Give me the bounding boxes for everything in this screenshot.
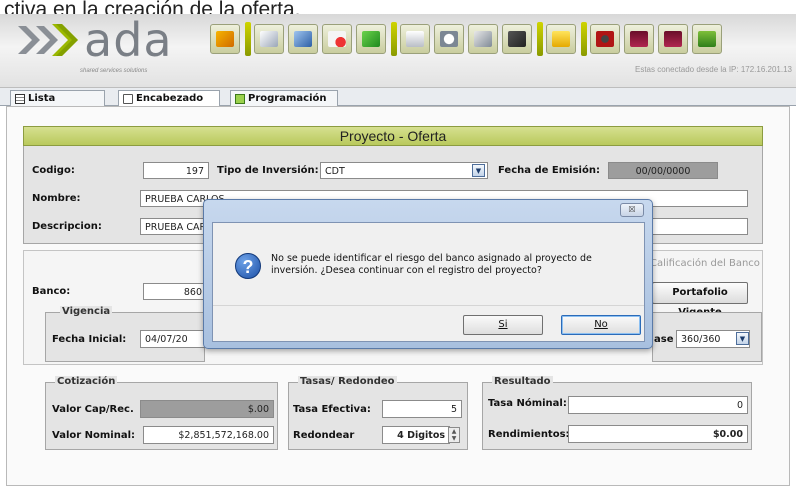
resultado-title: Resultado (492, 376, 553, 387)
document-icon (123, 94, 133, 104)
portafolio-vigente-button[interactable]: Portafolio Vigente (652, 282, 748, 318)
rendimientos-field: $0.00 (568, 425, 748, 443)
new-record-button[interactable] (210, 24, 240, 54)
tipo-inversion-label: Tipo de Inversión: (217, 165, 319, 176)
toolbar-separator (391, 22, 397, 56)
logo-wordmark: ada (84, 13, 173, 67)
list-icon (15, 94, 25, 104)
search-button[interactable] (434, 24, 464, 54)
schedule-icon (235, 94, 245, 104)
codigo-input[interactable]: 197 (143, 162, 209, 179)
question-icon: ? (235, 253, 261, 279)
banco-input[interactable]: 860 (143, 283, 207, 300)
tab-strip: Lista Encabezado Programación (0, 88, 796, 108)
camera-button[interactable] (590, 24, 620, 54)
save-button[interactable] (288, 24, 318, 54)
print-button[interactable] (400, 24, 430, 54)
grid-button[interactable] (658, 24, 688, 54)
section-title: Proyecto - Oferta (23, 126, 763, 146)
tasa-nominal-label: Tasa Nóminal: (488, 398, 567, 409)
fecha-emision-field: 00/00/0000 (608, 162, 718, 179)
tasa-efectiva-label: Tasa Efectiva: (293, 404, 371, 415)
tasas-title: Tasas/ Redondeo (298, 376, 397, 387)
tab-label: Encabezado (136, 93, 204, 104)
refresh-button[interactable] (356, 24, 386, 54)
window-button[interactable] (624, 24, 654, 54)
vigencia-title: Vigencia (60, 306, 113, 317)
fecha-inicial-input[interactable]: 04/07/20 (140, 330, 206, 348)
valor-nominal-label: Valor Nominal: (52, 430, 136, 441)
logo-icon (18, 24, 78, 56)
redondear-input[interactable]: 4 Digitos (382, 426, 450, 444)
no-button[interactable]: No (561, 315, 641, 335)
tab-lista[interactable]: Lista (10, 90, 105, 107)
tab-label: Programación (248, 93, 327, 104)
app-toolbar: ada shared services solutions Estas cone… (0, 13, 796, 88)
delete-button[interactable] (322, 24, 352, 54)
close-icon[interactable]: ☒ (620, 203, 644, 217)
tipo-inversion-select[interactable]: CDT (320, 162, 488, 179)
chevron-down-icon[interactable]: ▼ (472, 164, 485, 177)
toolbar-separator (537, 22, 543, 56)
logo-tagline: shared services solutions (80, 68, 148, 74)
banco-label: Banco: (32, 286, 71, 297)
confirm-dialog: ☒ ? No se puede identificar el riesgo de… (203, 199, 653, 349)
export-button[interactable] (502, 24, 532, 54)
dialog-message: No se puede identificar el riesgo del ba… (271, 253, 592, 276)
yes-button[interactable]: Si (463, 315, 543, 335)
redondear-label: Redondear (293, 430, 355, 441)
tasa-nominal-field: 0 (568, 396, 748, 414)
toolbar-separator (245, 22, 251, 56)
codigo-label: Codigo: (32, 165, 75, 176)
fecha-emision-label: Fecha de Emisión: (498, 165, 600, 176)
valor-cap-label: Valor Cap/Rec. (52, 404, 134, 415)
folder-button[interactable] (546, 24, 576, 54)
toolbar-separator (581, 22, 587, 56)
cotizacion-title: Cotización (55, 376, 118, 387)
connection-status: Estas conectado desde la IP: 172.16.201.… (634, 65, 792, 74)
rendimientos-label: Rendimientos: (488, 429, 570, 440)
valor-nominal-input[interactable]: $2,851,572,168.00 (143, 426, 274, 444)
spinner-arrows-icon[interactable]: ▲ ▼ (448, 427, 460, 443)
fecha-inicial-label: Fecha Inicial: (52, 334, 127, 345)
chevron-down-icon[interactable]: ▼ (736, 332, 749, 345)
report-button[interactable] (468, 24, 498, 54)
cart-button[interactable] (692, 24, 722, 54)
dialog-footer: Si No (213, 305, 644, 341)
dialog-body: ? No se puede identificar el riesgo del … (212, 222, 645, 342)
base-label: ase (654, 334, 674, 345)
tab-programacion[interactable]: Programación (230, 90, 338, 107)
tab-label: Lista (28, 93, 56, 104)
nombre-label: Nombre: (32, 193, 81, 204)
descripcion-label: Descripcion: (32, 221, 102, 232)
calificacion-banco-label: Calificación del Banco (650, 258, 760, 269)
tasa-efectiva-input[interactable]: 5 (382, 400, 462, 418)
valor-cap-field: $.00 (140, 400, 274, 418)
edit-button[interactable] (254, 24, 284, 54)
